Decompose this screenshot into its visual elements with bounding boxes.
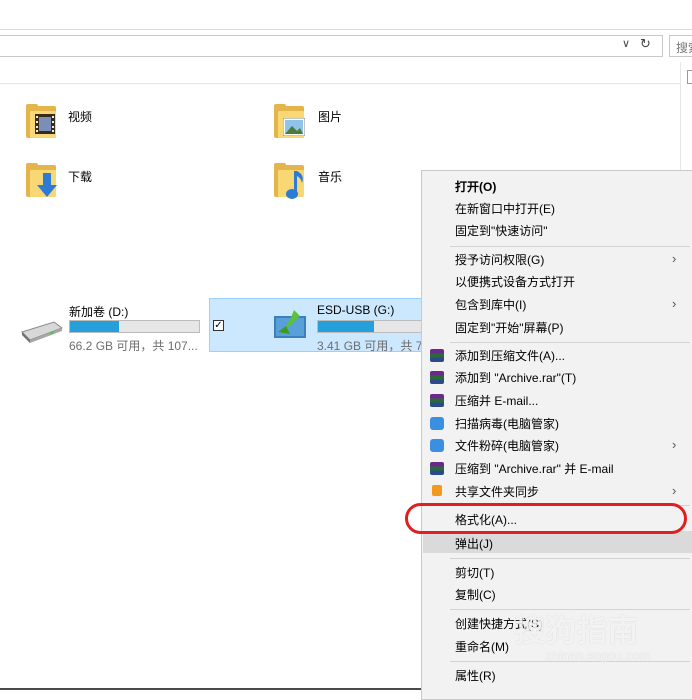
menu-item-properties[interactable]: 属性(R) — [455, 669, 496, 683]
videos-folder-icon[interactable] — [26, 104, 56, 138]
menu-item-open[interactable]: 打开(O) — [455, 180, 496, 194]
menu-item-give-access[interactable]: 授予访问权限(G) — [455, 253, 544, 267]
menu-item-rename[interactable]: 重命名(M) — [455, 640, 509, 654]
submenu-arrow-icon: › — [672, 437, 677, 452]
shield-icon — [430, 417, 444, 430]
address-bar[interactable] — [0, 35, 663, 57]
chevron-down-icon[interactable]: ∨ — [622, 37, 630, 50]
search-placeholder: 搜索 — [676, 41, 692, 55]
drive-free-space: 3.41 GB 可用，共 7 — [317, 339, 421, 353]
highlight-annotation-oval — [405, 503, 687, 534]
menu-divider — [450, 558, 690, 559]
menu-item-add-archive[interactable]: 添加到压缩文件(A)... — [455, 349, 565, 363]
winrar-icon — [430, 371, 444, 384]
winrar-icon — [430, 462, 444, 475]
winrar-icon — [430, 349, 444, 362]
menu-divider — [450, 246, 690, 247]
folder-label[interactable]: 音乐 — [318, 168, 342, 185]
music-note-icon — [286, 171, 303, 199]
bottom-border — [0, 688, 421, 690]
drive-usage-bar — [317, 320, 429, 333]
hard-drive-icon[interactable] — [20, 320, 64, 344]
menu-item-add-archive-rar[interactable]: 添加到 "Archive.rar"(T) — [455, 371, 576, 385]
menu-item-eject[interactable]: 弹出(J) — [455, 537, 493, 551]
refresh-icon[interactable]: ↻ — [640, 36, 651, 52]
menu-divider — [450, 342, 690, 343]
usb-drive-icon[interactable] — [270, 306, 310, 340]
submenu-arrow-icon: › — [672, 483, 677, 498]
group-divider — [0, 83, 680, 84]
drive-name[interactable]: 新加卷 (D:) — [69, 303, 128, 320]
menu-item-pin-start[interactable]: 固定到"开始"屏幕(P) — [455, 321, 564, 335]
menu-item-cut[interactable]: 剪切(T) — [455, 566, 494, 580]
drive-usage-fill — [318, 321, 374, 332]
submenu-arrow-icon: › — [672, 251, 677, 266]
menu-item-copy[interactable]: 复制(C) — [455, 588, 496, 602]
film-icon — [35, 114, 55, 134]
menu-item-share-sync[interactable]: 共享文件夹同步 — [455, 485, 539, 499]
menu-item-scan-virus[interactable]: 扫描病毒(电脑管家) — [455, 417, 559, 431]
menu-item-compress-email[interactable]: 压缩并 E-mail... — [455, 394, 538, 408]
picture-icon — [283, 118, 305, 136]
shield-icon — [430, 439, 444, 452]
downloads-folder-icon[interactable] — [26, 163, 57, 197]
top-divider — [0, 29, 692, 30]
menu-item-compress-rar-email[interactable]: 压缩到 "Archive.rar" 并 E-mail — [455, 462, 614, 476]
preview-pane-edge — [687, 70, 692, 84]
winrar-icon — [430, 394, 444, 407]
folder-label[interactable]: 视频 — [68, 108, 92, 125]
download-arrow-icon — [37, 173, 57, 197]
menu-item-pin-quick-access[interactable]: 固定到"快速访问" — [455, 224, 548, 238]
drive-usage-bar — [69, 320, 200, 333]
selection-checkbox[interactable]: ✓ — [213, 320, 224, 331]
menu-item-shred-file[interactable]: 文件粉碎(电脑管家) — [455, 439, 559, 453]
menu-item-include-library[interactable]: 包含到库中(I) — [455, 298, 526, 312]
menu-item-open-portable[interactable]: 以便携式设备方式打开 — [455, 275, 575, 289]
menu-item-open-new-window[interactable]: 在新窗口中打开(E) — [455, 202, 555, 216]
watermark-logo: 搜狗指南 — [515, 615, 639, 648]
drive-usage-fill — [70, 321, 120, 332]
folder-label[interactable]: 图片 — [318, 108, 342, 125]
folder-label[interactable]: 下载 — [68, 168, 92, 185]
submenu-arrow-icon: › — [672, 296, 677, 311]
music-folder-icon[interactable] — [274, 163, 304, 199]
share-sync-icon — [432, 485, 442, 496]
drive-free-space: 66.2 GB 可用，共 107... — [69, 339, 198, 353]
watermark-url: zhinan.sogou.com — [545, 648, 651, 663]
drive-name[interactable]: ESD-USB (G:) — [317, 303, 394, 317]
pictures-folder-icon[interactable] — [274, 104, 305, 138]
